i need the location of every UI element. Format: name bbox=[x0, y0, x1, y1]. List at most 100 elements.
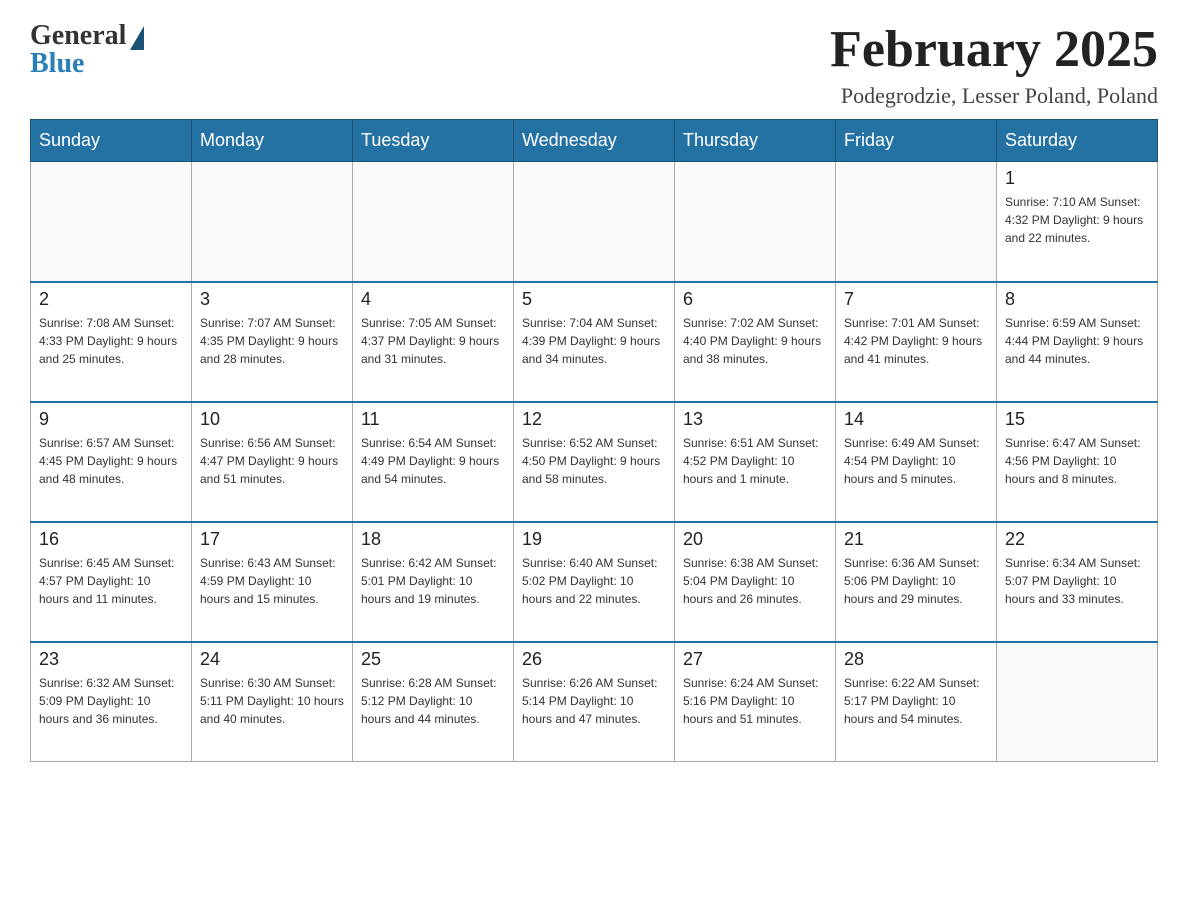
day-number: 25 bbox=[361, 649, 505, 670]
day-info: Sunrise: 6:30 AM Sunset: 5:11 PM Dayligh… bbox=[200, 674, 344, 728]
calendar-cell: 24 Sunrise: 6:30 AM Sunset: 5:11 PM Dayli… bbox=[192, 642, 353, 762]
logo: General Blue bbox=[30, 20, 144, 80]
day-number: 4 bbox=[361, 289, 505, 310]
calendar-cell bbox=[675, 162, 836, 282]
weekday-header-row: SundayMondayTuesdayWednesdayThursdayFrid… bbox=[31, 120, 1158, 162]
day-info: Sunrise: 6:22 AM Sunset: 5:17 PM Dayligh… bbox=[844, 674, 988, 728]
calendar-cell bbox=[997, 642, 1158, 762]
calendar-cell: 23 Sunrise: 6:32 AM Sunset: 5:09 PM Dayli… bbox=[31, 642, 192, 762]
calendar-cell: 15 Sunrise: 6:47 AM Sunset: 4:56 PM Dayli… bbox=[997, 402, 1158, 522]
day-number: 7 bbox=[844, 289, 988, 310]
day-info: Sunrise: 6:24 AM Sunset: 5:16 PM Dayligh… bbox=[683, 674, 827, 728]
page-header: General Blue February 2025 Podegrodzie, … bbox=[30, 20, 1158, 109]
calendar-cell: 19 Sunrise: 6:40 AM Sunset: 5:02 PM Dayli… bbox=[514, 522, 675, 642]
day-info: Sunrise: 7:02 AM Sunset: 4:40 PM Dayligh… bbox=[683, 314, 827, 368]
calendar-cell: 14 Sunrise: 6:49 AM Sunset: 4:54 PM Dayli… bbox=[836, 402, 997, 522]
weekday-header-monday: Monday bbox=[192, 120, 353, 162]
week-row-4: 16 Sunrise: 6:45 AM Sunset: 4:57 PM Dayli… bbox=[31, 522, 1158, 642]
month-title: February 2025 bbox=[830, 20, 1158, 79]
calendar-cell: 18Sunrise: 6:42 AM Sunset: 5:01 PM Dayli… bbox=[353, 522, 514, 642]
day-info: Sunrise: 7:05 AM Sunset: 4:37 PM Dayligh… bbox=[361, 314, 505, 368]
day-number: 14 bbox=[844, 409, 988, 430]
calendar-cell: 9 Sunrise: 6:57 AM Sunset: 4:45 PM Daylig… bbox=[31, 402, 192, 522]
day-info: Sunrise: 6:54 AM Sunset: 4:49 PM Dayligh… bbox=[361, 434, 505, 488]
calendar-table: SundayMondayTuesdayWednesdayThursdayFrid… bbox=[30, 119, 1158, 762]
calendar-cell: 4 Sunrise: 7:05 AM Sunset: 4:37 PM Daylig… bbox=[353, 282, 514, 402]
day-info: Sunrise: 6:32 AM Sunset: 5:09 PM Dayligh… bbox=[39, 674, 183, 728]
weekday-header-tuesday: Tuesday bbox=[353, 120, 514, 162]
day-info: Sunrise: 6:38 AM Sunset: 5:04 PM Dayligh… bbox=[683, 554, 827, 608]
day-number: 11 bbox=[361, 409, 505, 430]
day-info: Sunrise: 7:08 AM Sunset: 4:33 PM Dayligh… bbox=[39, 314, 183, 368]
weekday-header-sunday: Sunday bbox=[31, 120, 192, 162]
day-info: Sunrise: 6:51 AM Sunset: 4:52 PM Dayligh… bbox=[683, 434, 827, 488]
day-info: Sunrise: 6:45 AM Sunset: 4:57 PM Dayligh… bbox=[39, 554, 183, 608]
calendar-cell: 1 Sunrise: 7:10 AM Sunset: 4:32 PM Daylig… bbox=[997, 162, 1158, 282]
day-number: 23 bbox=[39, 649, 183, 670]
calendar-cell: 16 Sunrise: 6:45 AM Sunset: 4:57 PM Dayli… bbox=[31, 522, 192, 642]
day-info: Sunrise: 7:07 AM Sunset: 4:35 PM Dayligh… bbox=[200, 314, 344, 368]
logo-blue-text: Blue bbox=[30, 48, 84, 80]
weekday-header-friday: Friday bbox=[836, 120, 997, 162]
calendar-cell: 21 Sunrise: 6:36 AM Sunset: 5:06 PM Dayli… bbox=[836, 522, 997, 642]
calendar-cell: 10 Sunrise: 6:56 AM Sunset: 4:47 PM Dayli… bbox=[192, 402, 353, 522]
day-info: Sunrise: 6:49 AM Sunset: 4:54 PM Dayligh… bbox=[844, 434, 988, 488]
day-info: Sunrise: 6:57 AM Sunset: 4:45 PM Dayligh… bbox=[39, 434, 183, 488]
day-number: 3 bbox=[200, 289, 344, 310]
weekday-header-thursday: Thursday bbox=[675, 120, 836, 162]
day-info: Sunrise: 6:43 AM Sunset: 4:59 PM Dayligh… bbox=[200, 554, 344, 608]
day-number: 21 bbox=[844, 529, 988, 550]
calendar-cell: 7Sunrise: 7:01 AM Sunset: 4:42 PM Daylig… bbox=[836, 282, 997, 402]
day-number: 16 bbox=[39, 529, 183, 550]
calendar-cell: 5 Sunrise: 7:04 AM Sunset: 4:39 PM Daylig… bbox=[514, 282, 675, 402]
calendar-cell: 25 Sunrise: 6:28 AM Sunset: 5:12 PM Dayli… bbox=[353, 642, 514, 762]
calendar-cell: 13 Sunrise: 6:51 AM Sunset: 4:52 PM Dayli… bbox=[675, 402, 836, 522]
day-info: Sunrise: 6:52 AM Sunset: 4:50 PM Dayligh… bbox=[522, 434, 666, 488]
calendar-cell: 3 Sunrise: 7:07 AM Sunset: 4:35 PM Daylig… bbox=[192, 282, 353, 402]
calendar-cell: 28 Sunrise: 6:22 AM Sunset: 5:17 PM Dayli… bbox=[836, 642, 997, 762]
calendar-cell: 2Sunrise: 7:08 AM Sunset: 4:33 PM Daylig… bbox=[31, 282, 192, 402]
weekday-header-saturday: Saturday bbox=[997, 120, 1158, 162]
day-number: 18 bbox=[361, 529, 505, 550]
week-row-2: 2Sunrise: 7:08 AM Sunset: 4:33 PM Daylig… bbox=[31, 282, 1158, 402]
day-number: 19 bbox=[522, 529, 666, 550]
day-info: Sunrise: 6:28 AM Sunset: 5:12 PM Dayligh… bbox=[361, 674, 505, 728]
day-number: 22 bbox=[1005, 529, 1149, 550]
weekday-header-wednesday: Wednesday bbox=[514, 120, 675, 162]
day-number: 8 bbox=[1005, 289, 1149, 310]
calendar-cell bbox=[31, 162, 192, 282]
week-row-1: 1 Sunrise: 7:10 AM Sunset: 4:32 PM Daylig… bbox=[31, 162, 1158, 282]
calendar-cell: 8 Sunrise: 6:59 AM Sunset: 4:44 PM Daylig… bbox=[997, 282, 1158, 402]
week-row-3: 9 Sunrise: 6:57 AM Sunset: 4:45 PM Daylig… bbox=[31, 402, 1158, 522]
day-number: 13 bbox=[683, 409, 827, 430]
day-number: 15 bbox=[1005, 409, 1149, 430]
day-number: 28 bbox=[844, 649, 988, 670]
day-info: Sunrise: 6:59 AM Sunset: 4:44 PM Dayligh… bbox=[1005, 314, 1149, 368]
day-number: 5 bbox=[522, 289, 666, 310]
day-info: Sunrise: 6:56 AM Sunset: 4:47 PM Dayligh… bbox=[200, 434, 344, 488]
calendar-cell: 17Sunrise: 6:43 AM Sunset: 4:59 PM Dayli… bbox=[192, 522, 353, 642]
calendar-cell bbox=[836, 162, 997, 282]
day-info: Sunrise: 6:34 AM Sunset: 5:07 PM Dayligh… bbox=[1005, 554, 1149, 608]
week-row-5: 23 Sunrise: 6:32 AM Sunset: 5:09 PM Dayli… bbox=[31, 642, 1158, 762]
calendar-cell: 27 Sunrise: 6:24 AM Sunset: 5:16 PM Dayli… bbox=[675, 642, 836, 762]
day-info: Sunrise: 6:40 AM Sunset: 5:02 PM Dayligh… bbox=[522, 554, 666, 608]
calendar-cell: 6Sunrise: 7:02 AM Sunset: 4:40 PM Daylig… bbox=[675, 282, 836, 402]
calendar-cell: 22 Sunrise: 6:34 AM Sunset: 5:07 PM Dayli… bbox=[997, 522, 1158, 642]
day-info: Sunrise: 6:36 AM Sunset: 5:06 PM Dayligh… bbox=[844, 554, 988, 608]
day-info: Sunrise: 7:10 AM Sunset: 4:32 PM Dayligh… bbox=[1005, 193, 1149, 247]
calendar-cell bbox=[353, 162, 514, 282]
day-number: 26 bbox=[522, 649, 666, 670]
calendar-cell bbox=[514, 162, 675, 282]
calendar-cell: 20Sunrise: 6:38 AM Sunset: 5:04 PM Dayli… bbox=[675, 522, 836, 642]
day-number: 1 bbox=[1005, 168, 1149, 189]
day-info: Sunrise: 7:04 AM Sunset: 4:39 PM Dayligh… bbox=[522, 314, 666, 368]
day-info: Sunrise: 6:26 AM Sunset: 5:14 PM Dayligh… bbox=[522, 674, 666, 728]
day-number: 27 bbox=[683, 649, 827, 670]
calendar-cell bbox=[192, 162, 353, 282]
day-number: 10 bbox=[200, 409, 344, 430]
day-info: Sunrise: 6:47 AM Sunset: 4:56 PM Dayligh… bbox=[1005, 434, 1149, 488]
day-number: 24 bbox=[200, 649, 344, 670]
location-title: Podegrodzie, Lesser Poland, Poland bbox=[830, 83, 1158, 109]
day-number: 9 bbox=[39, 409, 183, 430]
